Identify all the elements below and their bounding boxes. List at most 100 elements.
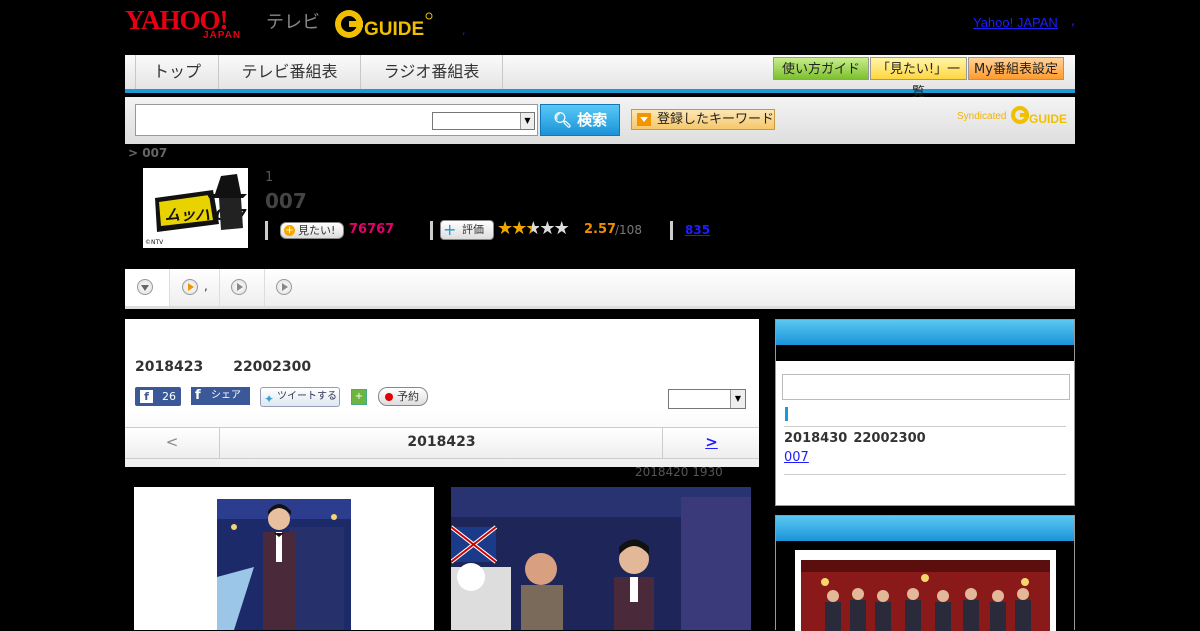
episode-number: 1	[265, 170, 274, 185]
related-panel	[775, 515, 1075, 631]
search-category-select[interactable]: ▼	[432, 112, 535, 130]
next-broadcast-link[interactable]: 007	[784, 450, 809, 465]
broadcast-time: 22002300	[233, 359, 312, 375]
divider	[430, 221, 433, 240]
rating-stars: ★★★★★	[497, 218, 570, 239]
usage-guide-button[interactable]: 使い方ガイド	[773, 57, 869, 80]
g-guide-logo[interactable]: GUIDE	[334, 7, 434, 41]
nav-tab-radio-listings[interactable]: ラジオ番組表	[361, 55, 503, 89]
header-link-dot: ,	[1071, 14, 1076, 29]
yahoo-logo-text: YAHOO!	[125, 5, 229, 35]
reserve-button[interactable]: 予約	[378, 387, 428, 406]
add-bookmark-icon[interactable]: +	[351, 389, 367, 405]
thumbnail-copyright: ©NTV	[145, 239, 164, 246]
main-nav: トップ テレビ番組表 ラジオ番組表 使い方ガイド 「見たい!」一覧 My番組表設…	[125, 55, 1075, 100]
g-guide-logo-text: GUIDE	[364, 19, 424, 40]
rate-button[interactable]: + 評価	[440, 220, 494, 240]
panel-header	[776, 320, 1074, 345]
current-date: 2018423	[221, 428, 663, 458]
program-title: 007	[265, 189, 307, 213]
chevron-down-icon: ▼	[520, 113, 534, 129]
recorder-select[interactable]: ▼	[668, 389, 746, 409]
my-listings-settings-button[interactable]: My番組表設定	[968, 57, 1064, 80]
star-half-icon: ★	[525, 218, 541, 239]
panel-subheader	[776, 345, 1074, 361]
plus-icon: +	[284, 225, 295, 236]
breadcrumb[interactable]: > 007	[128, 146, 167, 160]
broadcast-datetime: 2018423 22002300	[135, 359, 311, 375]
syndicated-label: Syndicated	[957, 111, 1007, 122]
divider	[784, 426, 1066, 427]
divider	[784, 474, 1066, 475]
search-bar: ▼ 🔍︎ 検索 登録したキーワード Syndicated GUIDE	[125, 97, 1075, 144]
header-dot: ,	[462, 24, 466, 37]
program-photo-1[interactable]	[134, 487, 434, 630]
rate-label: 評価	[462, 223, 484, 236]
subtab-2[interactable]: ,	[170, 269, 220, 306]
previous-date-button[interactable]: <	[125, 428, 220, 458]
tweet-label: ツイートする	[277, 391, 337, 402]
play-icon	[182, 279, 198, 295]
registered-keywords-label: 登録したキーワード	[657, 112, 775, 127]
facebook-like-button[interactable]: f 26	[135, 387, 181, 406]
facebook-icon: f	[140, 390, 153, 403]
divider	[265, 221, 268, 240]
broadcast-date: 2018423	[135, 359, 204, 375]
next-broadcast-time: 22002300	[853, 431, 926, 446]
broadcast-panel: 2018423 22002300 f 26 f シェア ✦ ツイートする + 予約…	[125, 319, 759, 467]
program-thumbnail: ムッハ 007 ©NTV	[143, 168, 248, 248]
section-marker	[785, 407, 788, 421]
reserve-label: 予約	[397, 390, 419, 403]
last-updated: 2018420 1930	[635, 465, 723, 479]
divider	[670, 221, 673, 240]
subtab-4[interactable]	[265, 269, 310, 306]
nav-tab-top[interactable]: トップ	[135, 55, 219, 89]
facebook-share-button[interactable]: f シェア	[191, 387, 250, 405]
next-date-link[interactable]: >	[664, 428, 759, 458]
program-subtabs: ,	[125, 269, 1075, 309]
chevron-down-icon	[137, 279, 153, 295]
panel-search-field[interactable]	[782, 374, 1070, 400]
play-icon	[276, 279, 292, 295]
program-photo-2[interactable]	[451, 487, 751, 630]
plus-icon: +	[443, 220, 457, 239]
syndicated-g-guide-logo: GUIDE	[1010, 103, 1068, 127]
facebook-like-count: 26	[162, 390, 176, 403]
subtab-3[interactable]	[220, 269, 265, 306]
star-full-icon: ★	[497, 218, 513, 239]
record-dot-icon	[385, 393, 393, 401]
want-to-watch-button[interactable]: + 見たい!	[280, 222, 344, 239]
review-count-link[interactable]: 835	[685, 223, 710, 237]
facebook-share-label: シェア	[211, 390, 241, 401]
search-icon: 🔍︎	[552, 111, 572, 129]
twitter-bird-icon: ✦	[264, 392, 275, 406]
want-list-button[interactable]: 「見たい!」一覧	[870, 57, 967, 100]
search-button-label: 検索	[577, 111, 608, 129]
want-to-watch-label: 見たい!	[298, 224, 336, 237]
japan-logo-text: JAPAN	[203, 30, 242, 41]
play-icon	[231, 279, 247, 295]
star-empty-icon: ★	[553, 218, 570, 239]
nav-tab-tv-listings[interactable]: テレビ番組表	[219, 55, 361, 89]
date-navigation: < 2018423 >	[125, 427, 759, 459]
subtab-1[interactable]	[125, 269, 170, 306]
yahoo-japan-logo[interactable]: YAHOO! JAPAN	[125, 6, 265, 42]
want-count: 76767	[349, 222, 395, 237]
dropdown-arrow-icon	[637, 113, 651, 126]
syndicated-logo-text: GUIDE	[1029, 112, 1067, 126]
rating-count: /108	[615, 223, 642, 237]
panel-header	[776, 516, 1074, 541]
chevron-down-icon: ▼	[730, 390, 745, 408]
star-empty-icon: ★	[539, 218, 555, 239]
next-broadcast-datetime: 2018430 22002300	[784, 431, 926, 446]
subtab-2-label: ,	[204, 279, 208, 293]
yahoo-japan-link[interactable]: Yahoo! JAPAN	[973, 15, 1058, 30]
registered-keywords-button[interactable]: 登録したキーワード	[631, 109, 775, 130]
related-photo[interactable]	[795, 550, 1056, 631]
next-broadcast-panel: 2018430 22002300 007	[775, 319, 1075, 506]
star-full-icon: ★	[511, 218, 527, 239]
next-broadcast-date: 2018430	[784, 431, 848, 446]
search-button[interactable]: 🔍︎ 検索	[540, 104, 620, 136]
tv-logo-text[interactable]: テレビ	[266, 8, 320, 34]
tweet-button[interactable]: ✦ ツイートする	[260, 387, 340, 407]
